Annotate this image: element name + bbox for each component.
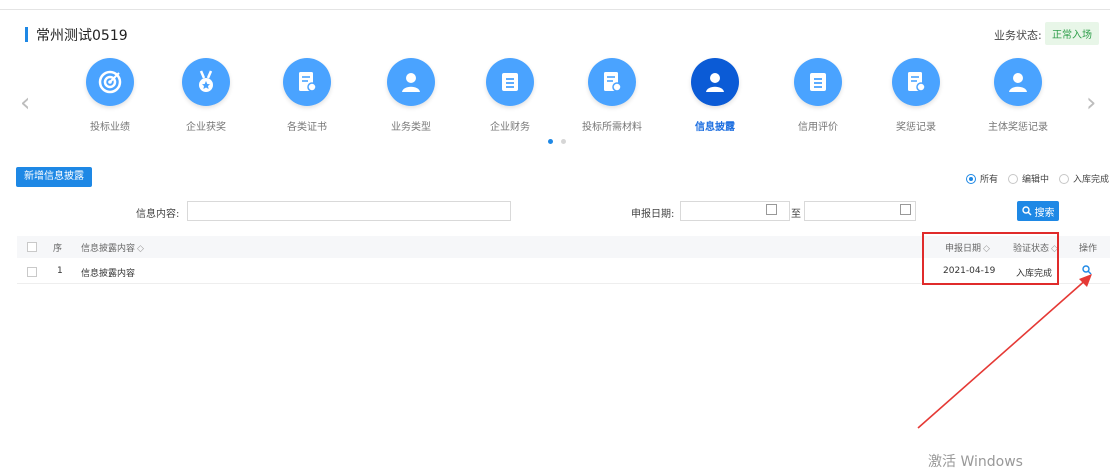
certificate-icon <box>283 58 331 106</box>
carousel-item-credit-rating[interactable]: 信用评价 <box>768 58 868 133</box>
carousel-dot[interactable] <box>561 139 566 144</box>
carousel-item-label: 企业获奖 <box>186 122 226 133</box>
person-icon <box>994 58 1042 106</box>
carousel-item-finance[interactable]: 企业财务 <box>460 58 560 133</box>
calendar-icon[interactable] <box>766 204 777 215</box>
carousel-item-label: 投标业绩 <box>90 122 130 133</box>
carousel-item-label: 各类证书 <box>287 122 327 133</box>
carousel-pagination <box>548 139 566 144</box>
person-icon <box>691 58 739 106</box>
carousel-item-awards[interactable]: 企业获奖 <box>156 58 256 133</box>
filter-editing[interactable]: 编辑中 <box>1008 172 1049 185</box>
carousel-next-arrow[interactable]: › <box>1086 90 1096 116</box>
carousel-item-bid-performance[interactable]: 投标业绩 <box>60 58 160 133</box>
list-icon <box>794 58 842 106</box>
calendar-icon[interactable] <box>900 204 911 215</box>
column-content-label: 信息披露内容 <box>81 244 136 254</box>
carousel-item-business-type[interactable]: 业务类型 <box>361 58 461 133</box>
carousel-item-label: 奖惩记录 <box>896 122 936 133</box>
carousel-dot-active[interactable] <box>548 139 553 144</box>
row-content: 信息披露内容 <box>81 269 136 279</box>
carousel-item-bid-materials[interactable]: 投标所需材料 <box>562 58 662 133</box>
radio-unchecked-icon <box>1008 173 1019 184</box>
search-button[interactable]: 搜索 <box>1017 201 1059 221</box>
carousel-item-label: 业务类型 <box>391 122 431 133</box>
radio-unchecked-icon <box>1059 173 1070 184</box>
filter-all[interactable]: 所有 <box>966 172 998 185</box>
business-status-label: 业务状态: <box>994 29 1042 42</box>
windows-activation-watermark: 激活 Windows <box>928 454 1023 470</box>
status-filter-group: 所有 编辑中 入库完成 <box>966 172 1109 185</box>
title-accent-bar <box>25 27 28 42</box>
annotation-arrow <box>917 274 1092 429</box>
top-divider <box>0 9 1110 10</box>
search-icon <box>1021 206 1031 216</box>
carousel-prev-arrow[interactable]: ‹ <box>20 90 30 116</box>
medal-icon <box>182 58 230 106</box>
page-title: 常州测试0519 <box>36 28 128 44</box>
radio-checked-icon <box>966 173 976 184</box>
row-index: 1 <box>57 266 63 276</box>
column-actions: 操作 <box>1079 244 1098 254</box>
row-checkbox[interactable] <box>27 267 37 277</box>
carousel-item-label: 信用评价 <box>798 122 838 133</box>
list-icon <box>486 58 534 106</box>
carousel-item-reward-records[interactable]: 奖惩记录 <box>866 58 966 133</box>
date-label: 申报日期: <box>631 209 675 220</box>
filter-label: 所有 <box>980 175 999 185</box>
carousel-item-label: 投标所需材料 <box>582 122 642 133</box>
certificate-icon <box>892 58 940 106</box>
add-disclosure-button[interactable]: 新增信息披露 <box>16 167 92 187</box>
column-content[interactable]: 信息披露内容 ◇ <box>81 241 144 254</box>
carousel-item-entity-reward-records[interactable]: 主体奖惩记录 <box>968 58 1068 133</box>
filter-label: 编辑中 <box>1022 175 1050 185</box>
filter-stored[interactable]: 入库完成 <box>1059 172 1109 185</box>
carousel-item-certificates[interactable]: 各类证书 <box>257 58 357 133</box>
person-icon <box>387 58 435 106</box>
search-form: 信息内容: 申报日期: 至 搜索 <box>0 201 1110 223</box>
sort-icon: ◇ <box>137 244 144 254</box>
filter-label: 入库完成 <box>1073 175 1110 185</box>
column-index: 序 <box>53 244 63 254</box>
search-button-label: 搜索 <box>1034 207 1055 219</box>
carousel-item-info-disclosure[interactable]: 信息披露 <box>665 58 765 133</box>
target-icon <box>86 58 134 106</box>
carousel-item-label: 信息披露 <box>695 122 735 133</box>
carousel-item-label: 主体奖惩记录 <box>988 122 1048 133</box>
select-all-checkbox[interactable] <box>27 242 37 252</box>
certificate-icon <box>588 58 636 106</box>
content-input[interactable] <box>187 201 511 221</box>
content-label: 信息内容: <box>136 209 180 220</box>
carousel-item-label: 企业财务 <box>490 122 530 133</box>
business-status-badge: 正常入场 <box>1045 22 1099 45</box>
date-to-label: 至 <box>791 209 801 220</box>
